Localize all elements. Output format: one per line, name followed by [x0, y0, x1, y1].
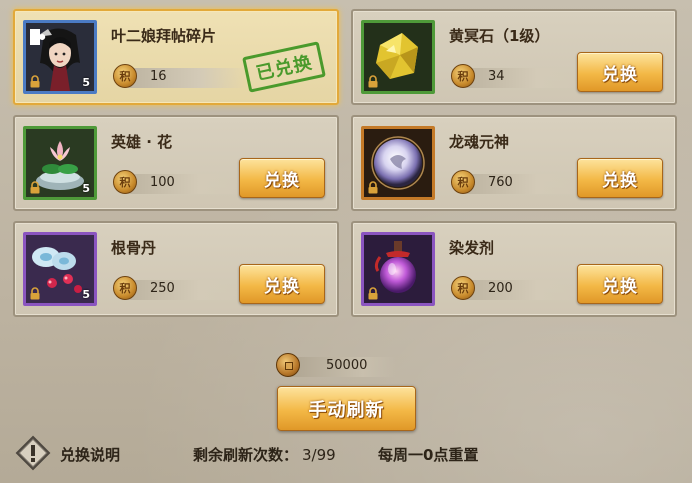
shop-item-card[interactable]: 5 叶二娘拜帖碎片 积 16 已兑换: [13, 9, 339, 105]
item-price: 100: [150, 175, 175, 190]
exchange-button[interactable]: 兑换: [577, 264, 663, 304]
item-count: 5: [82, 288, 90, 301]
exchange-button[interactable]: 兑换: [239, 158, 325, 198]
dragon-soul-orb-icon: [361, 126, 435, 200]
shop-item-card: 黄冥石（1级） 积 34 兑换: [351, 9, 677, 105]
points-coin-icon: 积: [451, 170, 475, 194]
lock-icon: [30, 287, 40, 300]
lock-icon: [30, 75, 40, 88]
item-name: 染发剂: [449, 239, 495, 257]
lock-icon: [368, 75, 378, 88]
reset-note: 每周一0点重置: [378, 446, 479, 464]
manual-refresh-button[interactable]: 手动刷新: [277, 386, 416, 431]
item-count: 5: [82, 76, 90, 89]
remaining-refresh-count: 剩余刷新次数： 3/99: [193, 444, 336, 465]
footer: 兑换说明 剩余刷新次数： 3/99 每周一0点重置: [0, 434, 692, 474]
shop-item-card: 5 英雄 · 花 积 100 兑换: [13, 115, 339, 211]
gold-ore-icon: [361, 20, 435, 94]
currency-value: 50000: [326, 358, 368, 373]
lotus-flower-icon: 5: [23, 126, 97, 200]
pill-icon: 5: [23, 232, 97, 306]
shop-item-card: 5 根骨丹 积 250 兑换: [13, 221, 339, 317]
exchange-button[interactable]: 兑换: [577, 158, 663, 198]
remaining-label: 剩余刷新次数：: [193, 446, 299, 464]
remaining-value: 3/99: [302, 446, 336, 464]
warning-icon[interactable]: [14, 434, 52, 472]
lock-icon: [30, 181, 40, 194]
lock-icon: [368, 287, 378, 300]
item-name: 龙魂元神: [449, 133, 510, 151]
price-bar: [465, 68, 585, 88]
price-bar: [127, 68, 247, 88]
price-bar: [127, 280, 247, 300]
exchange-button[interactable]: 兑换: [239, 264, 325, 304]
character-portrait-icon: 5: [23, 20, 97, 94]
potion-bottle-icon: [361, 232, 435, 306]
shop-item-card: 龙魂元神 积 760 兑换: [351, 115, 677, 211]
points-coin-icon: 积: [113, 64, 137, 88]
exchange-explanation-link[interactable]: 兑换说明: [60, 444, 120, 465]
price-bar: [465, 280, 585, 300]
price-bar: [465, 174, 585, 194]
exchange-button[interactable]: 兑换: [577, 52, 663, 92]
points-coin-icon: 积: [113, 170, 137, 194]
item-price: 16: [150, 69, 167, 84]
item-name: 黄冥石（1级）: [449, 27, 550, 45]
item-name: 叶二娘拜帖碎片: [111, 27, 217, 45]
item-price: 34: [488, 69, 505, 84]
points-coin-icon: 积: [113, 276, 137, 300]
item-price: 250: [150, 281, 175, 296]
item-name: 根骨丹: [111, 239, 157, 257]
shop-item-card: 染发剂 积 200 兑换: [351, 221, 677, 317]
item-count: 5: [82, 182, 90, 195]
points-coin-icon: 积: [451, 276, 475, 300]
redeemed-stamp: 已兑换: [242, 41, 326, 93]
points-coin-icon: 积: [451, 64, 475, 88]
item-price: 200: [488, 281, 513, 296]
item-name: 英雄 · 花: [111, 133, 173, 151]
price-bar: [127, 174, 247, 194]
exchange-shop-panel: 5 叶二娘拜帖碎片 积 16 已兑换 黄冥石（1级） 积 34 兑换 5 英雄 …: [0, 0, 692, 483]
item-price: 760: [488, 175, 513, 190]
copper-coin-icon: [276, 353, 300, 377]
lock-icon: [368, 181, 378, 194]
